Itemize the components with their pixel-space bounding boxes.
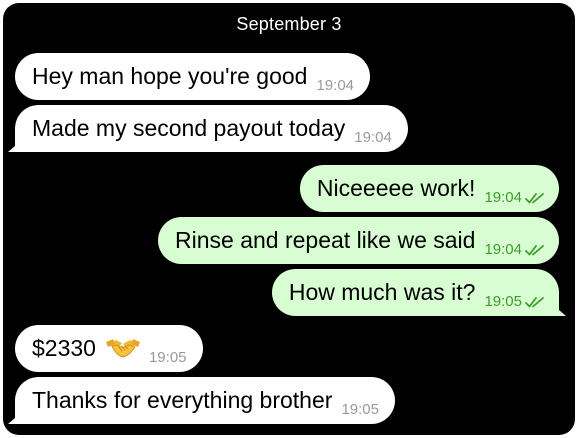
message-time: 19:04 (484, 189, 522, 206)
chat-panel: September 3 Hey man hope you're good 19:… (3, 3, 575, 435)
message-time: 19:04 (354, 129, 392, 146)
message-meta: 19:04 (354, 129, 392, 146)
message-text: How much was it? (288, 279, 476, 305)
message-meta: 19:04 (484, 241, 545, 258)
message-text: Hey man hope you're good (32, 63, 308, 89)
message-bubble-outgoing[interactable]: How much was it? 19:05 (271, 269, 559, 316)
message-meta: 19:05 (341, 401, 379, 418)
message-time: 19:04 (484, 241, 522, 258)
message-text: $2330 (32, 335, 96, 361)
message-bubble-outgoing[interactable]: Niceeeee work! 19:04 (299, 165, 559, 212)
message-meta: 19:05 (149, 349, 187, 366)
double-check-icon (525, 296, 544, 307)
message-text: Rinse and repeat like we said (175, 227, 476, 253)
message-meta: 19:04 (316, 77, 354, 94)
message-text: Niceeeee work! (316, 175, 476, 201)
message-bubble-outgoing[interactable]: Rinse and repeat like we said 19:04 (158, 217, 559, 264)
message-time: 19:05 (148, 349, 187, 366)
message-meta: 19:05 (484, 293, 545, 310)
message-bubble-incoming[interactable]: Thanks for everything brother 19:05 (15, 377, 395, 424)
message-meta: 19:04 (484, 189, 545, 206)
message-bubble-incoming[interactable]: Made my second payout today 19:04 (15, 105, 408, 152)
handshake-icon (105, 335, 140, 363)
message-bubble-incoming[interactable]: Hey man hope you're good 19:04 (15, 53, 371, 100)
double-check-icon (525, 244, 544, 255)
message-text: Made my second payout today (32, 115, 346, 141)
message-time: 19:05 (484, 293, 522, 310)
message-time: 19:04 (316, 77, 355, 94)
date-header: September 3 (236, 14, 342, 34)
double-check-icon (525, 192, 544, 203)
message-bubble-incoming[interactable]: $2330 19:05 (15, 325, 203, 372)
message-time: 19:05 (341, 401, 379, 418)
message-text: Thanks for everything brother (32, 387, 333, 413)
